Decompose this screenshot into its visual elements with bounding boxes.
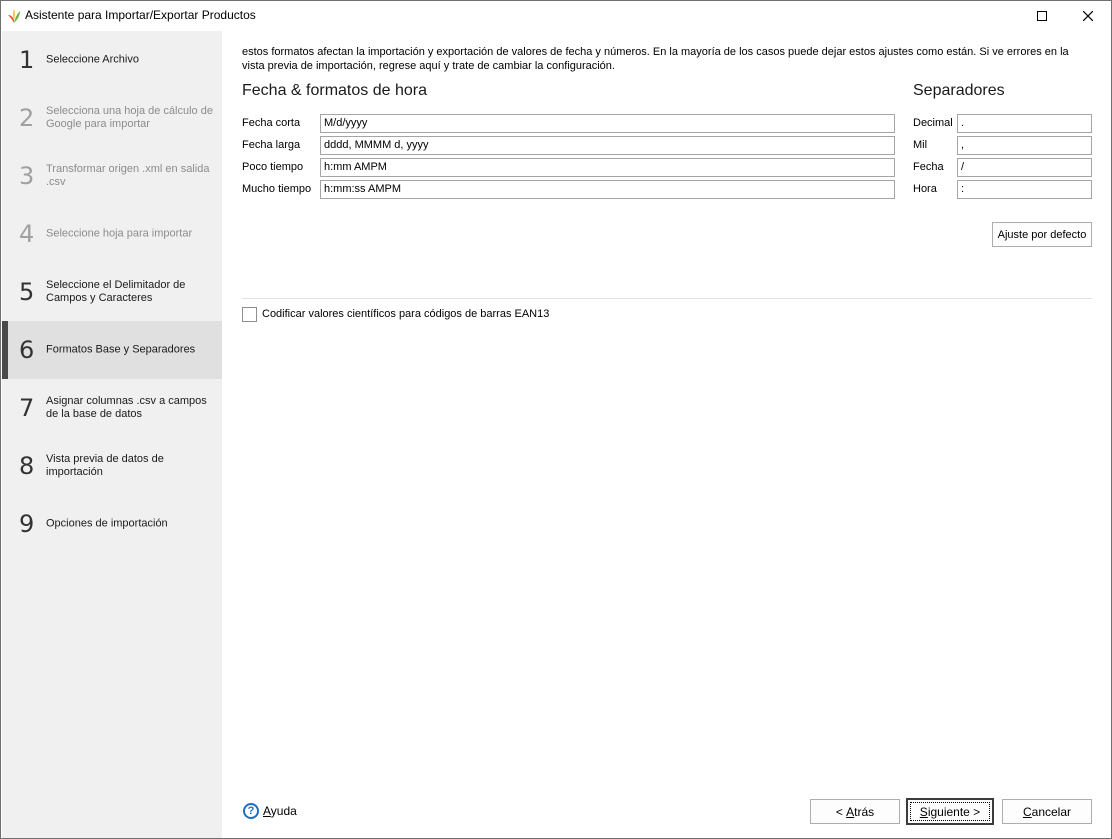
cancel-button[interactable]: Cancelar (1002, 799, 1092, 824)
wizard-steps-sidebar: 1 Seleccione Archivo 2 Selecciona una ho… (2, 31, 222, 838)
close-icon (1083, 11, 1093, 21)
time-separator-label: Hora (913, 183, 937, 195)
step-number: 2 (19, 104, 35, 132)
title-bar: Asistente para Importar/Exportar Product… (1, 1, 1111, 31)
short-date-label: Fecha corta (242, 117, 301, 129)
short-time-input[interactable]: h:mm AMPM (320, 158, 895, 177)
decimal-separator-label: Decimal (913, 117, 953, 129)
section-divider (242, 298, 1092, 299)
back-label-rest: trás (854, 804, 875, 819)
step-number: 7 (19, 394, 35, 422)
step-label: Asignar columnas .csv a campos de la bas… (46, 395, 207, 420)
step-number: 8 (19, 452, 35, 480)
app-logo-icon (8, 9, 20, 23)
time-separator-input[interactable]: : (957, 180, 1092, 199)
thousands-separator-label: Mil (913, 139, 928, 151)
next-label-rest: iguiente > (927, 804, 981, 819)
step-3-transform-xml: 3 Transformar origen .xml en salida .csv (2, 147, 222, 205)
step-label: Vista previa de datos de importación (46, 453, 164, 478)
wizard-window: Asistente para Importar/Exportar Product… (0, 0, 1112, 839)
short-time-label: Poco tiempo (242, 161, 304, 173)
help-link[interactable]: Ayuda (263, 804, 297, 818)
cancel-mnemonic: C (1022, 804, 1032, 819)
short-date-input[interactable]: M/d/yyyy (320, 114, 895, 133)
step-label: Formatos Base y Separadores (46, 343, 196, 356)
step-number: 5 (19, 278, 35, 306)
step-number: 6 (19, 336, 35, 364)
step-8-preview[interactable]: 8 Vista previa de datos de importación (2, 437, 222, 495)
back-button[interactable]: < Atrás (810, 799, 900, 824)
decimal-separator-input[interactable]: . (957, 114, 1092, 133)
next-button[interactable]: Siguiente > (906, 798, 994, 825)
date-separator-label: Fecha (913, 161, 944, 173)
step-4-select-sheet: 4 Seleccione hoja para importar (2, 205, 222, 263)
help-icon[interactable]: ? (243, 803, 259, 819)
step-5-delimiter[interactable]: 5 Seleccione el Delimitador de Campos y … (2, 263, 222, 321)
step-number: 9 (19, 510, 35, 538)
date-separator-input[interactable]: / (957, 158, 1092, 177)
step-label: Seleccione Archivo (46, 53, 139, 66)
ean13-checkbox-label[interactable]: Codificar valores científicos para códig… (262, 308, 549, 320)
long-date-label: Fecha larga (242, 139, 301, 151)
ean13-checkbox[interactable] (242, 307, 257, 322)
maximize-button[interactable] (1019, 1, 1065, 31)
long-date-input[interactable]: dddd, MMMM d, yyyy (320, 136, 895, 155)
date-formats-title: Fecha & formatos de hora (242, 82, 427, 99)
window-title: Asistente para Importar/Exportar Product… (25, 8, 256, 22)
intro-description: estos formatos afectan la importación y … (242, 46, 1069, 72)
step-label: Selecciona una hoja de cálculo de Google… (46, 105, 213, 130)
step-7-map-columns[interactable]: 7 Asignar columnas .csv a campos de la b… (2, 379, 222, 437)
long-time-input[interactable]: h:mm:ss AMPM (320, 180, 895, 199)
maximize-icon (1037, 11, 1047, 21)
step-label: Seleccione el Delimitador de Campos y Ca… (46, 279, 186, 304)
long-time-label: Mucho tiempo (242, 183, 312, 195)
step-label: Transformar origen .xml en salida .csv (46, 163, 210, 188)
step-6-formats-separators[interactable]: 6 Formatos Base y Separadores (2, 321, 222, 379)
help-mnemonic: A (263, 804, 271, 818)
step-2-google-sheet: 2 Selecciona una hoja de cálculo de Goog… (2, 89, 222, 147)
step-number: 1 (19, 46, 35, 74)
step-1-select-file[interactable]: 1 Seleccione Archivo (2, 31, 222, 89)
separators-title: Separadores (913, 82, 1005, 99)
help-label-rest: yuda (270, 804, 297, 818)
step-label: Opciones de importación (46, 517, 168, 530)
step-9-import-options[interactable]: 9 Opciones de importación (2, 495, 222, 553)
back-mnemonic: A (846, 804, 855, 819)
thousands-separator-input[interactable]: , (957, 136, 1092, 155)
step-number: 3 (19, 162, 35, 190)
cancel-label-rest: ancelar (1031, 804, 1072, 819)
back-prefix: < (835, 804, 847, 819)
reset-defaults-button[interactable]: Ajuste por defecto (992, 222, 1092, 247)
step-number: 4 (19, 220, 35, 248)
step-label: Seleccione hoja para importar (46, 227, 193, 240)
next-mnemonic: S (919, 804, 928, 819)
close-button[interactable] (1065, 1, 1111, 31)
